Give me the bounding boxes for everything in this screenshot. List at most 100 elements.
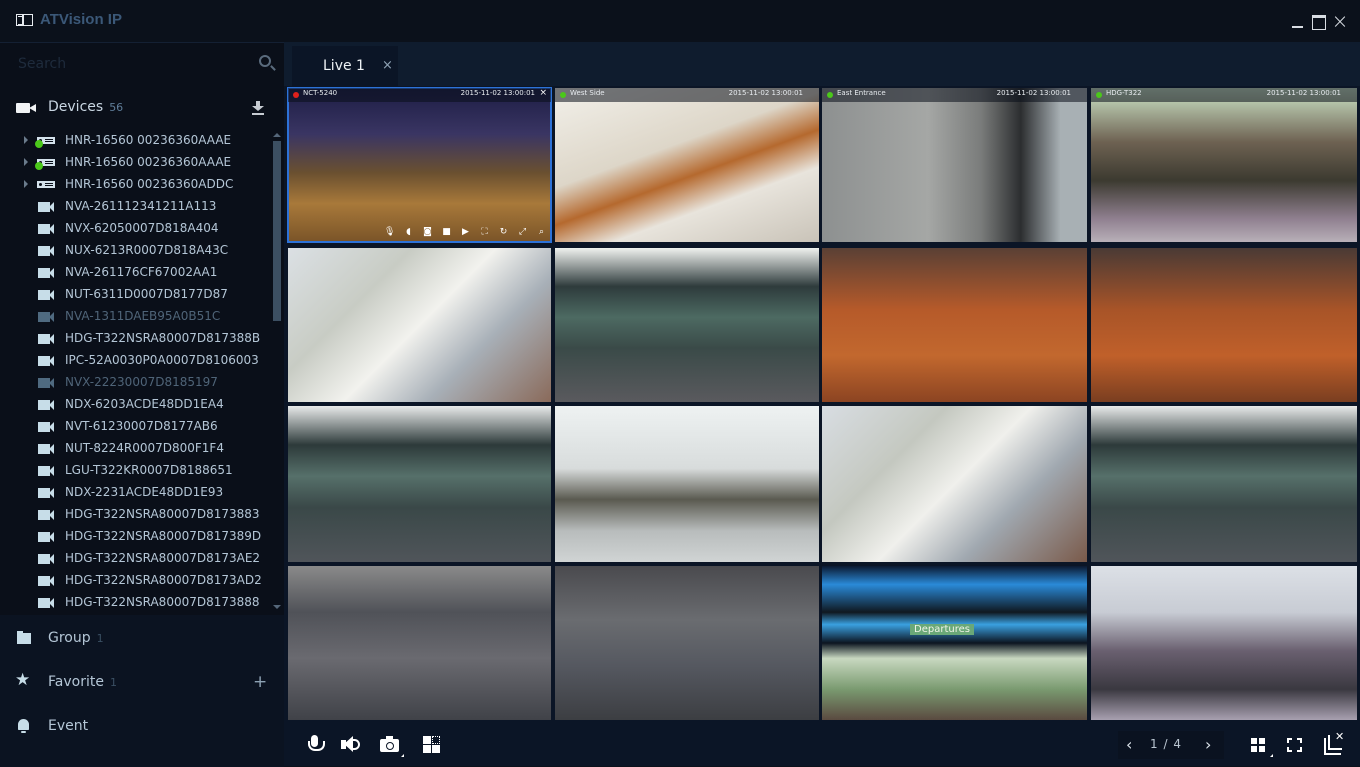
device-list-item[interactable]: HDG-T322NSRA80007D8173AD2 (0, 570, 270, 592)
tile-speaker-icon[interactable]: ◖ (403, 227, 414, 238)
search-icon[interactable] (259, 55, 271, 67)
tab-live-1[interactable]: Live 1 × (292, 46, 398, 86)
tile-fullscreen-icon[interactable]: ⤢ (517, 227, 528, 238)
tile-header: NCT-5240 2015-11-02 13:00:01 × (288, 88, 551, 102)
device-list-item[interactable]: NDX-6203ACDE48DD1EA4 (0, 394, 270, 416)
device-list-item[interactable]: HNR-16560 00236360AAAE (0, 152, 270, 174)
device-list-item[interactable]: NVA-261112341211A113 (0, 196, 270, 218)
device-list-item[interactable]: NVX-62050007D818A404 (0, 218, 270, 240)
speaker-icon[interactable] (340, 734, 362, 756)
expand-arrow-icon[interactable] (24, 158, 28, 166)
tile-ptz-icon[interactable]: ↻ (498, 227, 509, 238)
camera-icon (38, 488, 54, 498)
device-list-item[interactable]: HNR-16560 00236360ADDC (0, 174, 270, 196)
sidebar-item-group[interactable]: Group 1 (0, 619, 284, 659)
device-name: HDG-T322NSRA80007D8173AD2 (65, 573, 262, 587)
device-list-item[interactable]: NVA-1311DAEB95A0B51C (0, 306, 270, 328)
video-tile[interactable] (555, 248, 819, 402)
camera-icon (38, 532, 54, 542)
device-list-item[interactable]: HDG-T322NSRA80007D8173883 (0, 504, 270, 526)
tab-label: Live 1 (323, 58, 365, 74)
sidebar-toggle-icon[interactable] (16, 14, 33, 26)
video-tile[interactable] (822, 406, 1087, 562)
video-tile[interactable] (555, 406, 819, 562)
device-name: IPC-52A0030P0A0007D8106003 (65, 353, 259, 367)
device-list-item[interactable]: NUT-8224R0007D800F1F4 (0, 438, 270, 460)
video-tile[interactable] (822, 248, 1087, 402)
page-indicator: 1 / 4 (1150, 737, 1182, 751)
device-list-item[interactable]: LGU-T322KR0007D8188651 (0, 460, 270, 482)
event-label: Event (48, 718, 89, 734)
device-name: HDG-T322NSRA80007D8173888 (65, 595, 260, 609)
video-tile[interactable] (1091, 406, 1357, 562)
timestamp: 2015-11-02 13:00:01 (460, 89, 535, 97)
camera-icon[interactable] (379, 734, 404, 757)
next-page-button[interactable]: › (1205, 735, 1211, 754)
device-list-scrollbar[interactable] (272, 133, 282, 611)
close-window-button[interactable]: × (1331, 11, 1349, 31)
expand-arrow-icon[interactable] (24, 180, 28, 188)
device-list-item[interactable]: HDG-T322NSRA80007D817388B (0, 328, 270, 350)
fullscreen-icon[interactable] (1284, 734, 1306, 756)
video-tile[interactable]: Departures (822, 566, 1087, 720)
camera-name: East Entrance (837, 89, 886, 97)
tab-close-icon[interactable]: × (382, 58, 393, 73)
tile-fit-icon[interactable]: ⛶ (479, 227, 490, 238)
devices-section-header[interactable]: Devices 56 (0, 91, 284, 127)
sidebar: Devices56 HNR-16560 00236360AAAEHNR-1656… (0, 42, 284, 767)
tab-bar: Live 1 × (284, 42, 1360, 86)
expand-arrow-icon[interactable] (24, 136, 28, 144)
scroll-thumb[interactable] (273, 141, 281, 321)
sidebar-item-event[interactable]: Event (0, 707, 284, 747)
video-tile[interactable] (1091, 248, 1357, 402)
device-list-item[interactable]: NVA-261176CF67002AA1 (0, 262, 270, 284)
video-tile[interactable]: NCT-5240 2015-11-02 13:00:01 × 🎙 ◖ ◙ ■ ▶ ⛶ ↻ ⤢ ⌕ (287, 87, 552, 243)
video-tile[interactable]: West Side 2015-11-02 13:00:01 (555, 88, 819, 242)
scroll-up-arrow-icon[interactable] (273, 133, 281, 137)
camera-icon (16, 103, 36, 113)
layout-edit-icon[interactable] (421, 734, 443, 756)
tile-zoom-icon[interactable]: ⌕ (536, 227, 547, 238)
video-tile[interactable] (555, 566, 819, 720)
close-all-icon[interactable]: ✕ (1322, 730, 1344, 756)
sidebar-item-favorite[interactable]: ★ Favorite 1 + (0, 663, 284, 703)
download-icon[interactable] (252, 101, 264, 115)
scroll-down-arrow-icon[interactable] (273, 605, 281, 609)
camera-icon (38, 378, 54, 388)
video-tile[interactable]: East Entrance 2015-11-02 13:00:01 (822, 88, 1087, 242)
video-tile[interactable] (288, 248, 551, 402)
device-list-item[interactable]: HDG-T322NSRA80007D817389D (0, 526, 270, 548)
video-tile[interactable] (288, 566, 551, 720)
device-list-item[interactable]: HDG-T322NSRA80007D8173AE2 (0, 548, 270, 570)
device-name: NVA-261112341211A113 (65, 199, 217, 213)
device-list-item[interactable]: HDG-T322NSRA80007D8173888 (0, 592, 270, 612)
timestamp: 2015-11-02 13:00:01 (1266, 89, 1341, 97)
device-list-item[interactable]: IPC-52A0030P0A0007D8106003 (0, 350, 270, 372)
tile-snapshot-icon[interactable]: ◙ (422, 227, 433, 238)
video-tile[interactable] (1091, 566, 1357, 720)
device-name: HNR-16560 00236360AAAE (65, 133, 232, 147)
device-list-item[interactable]: NUX-6213R0007D818A43C (0, 240, 270, 262)
maximize-button[interactable] (1311, 12, 1329, 30)
device-list-item[interactable]: NDX-2231ACDE48DD1E93 (0, 482, 270, 504)
device-list-item[interactable]: NVX-22230007D8185197 (0, 372, 270, 394)
camera-icon (38, 466, 54, 476)
search-input[interactable] (18, 53, 248, 75)
device-list-item[interactable]: NVT-61230007D8177AB6 (0, 416, 270, 438)
device-name: NUX-6213R0007D818A43C (65, 243, 229, 257)
grid-layout-icon[interactable] (1248, 734, 1273, 757)
add-favorite-plus-icon[interactable]: + (253, 674, 267, 691)
camera-icon (38, 400, 54, 410)
title-bar: ATVision IP × (0, 0, 1360, 42)
previous-page-button[interactable]: ‹ (1126, 735, 1132, 754)
tile-close-icon[interactable]: × (539, 88, 547, 98)
device-list-item[interactable]: HNR-16560 00236360AAAE (0, 130, 270, 152)
device-list-item[interactable]: NUT-6311D0007D8177D87 (0, 284, 270, 306)
video-tile[interactable] (288, 406, 551, 562)
minimize-button[interactable] (1290, 12, 1308, 30)
tile-record-icon[interactable]: ■ (441, 227, 452, 238)
tile-playback-icon[interactable]: ▶ (460, 227, 471, 238)
video-tile[interactable]: HDG-T322 2015-11-02 13:00:01 (1091, 88, 1357, 242)
mic-icon[interactable] (304, 734, 326, 756)
tile-mic-icon[interactable]: 🎙 (384, 227, 395, 238)
